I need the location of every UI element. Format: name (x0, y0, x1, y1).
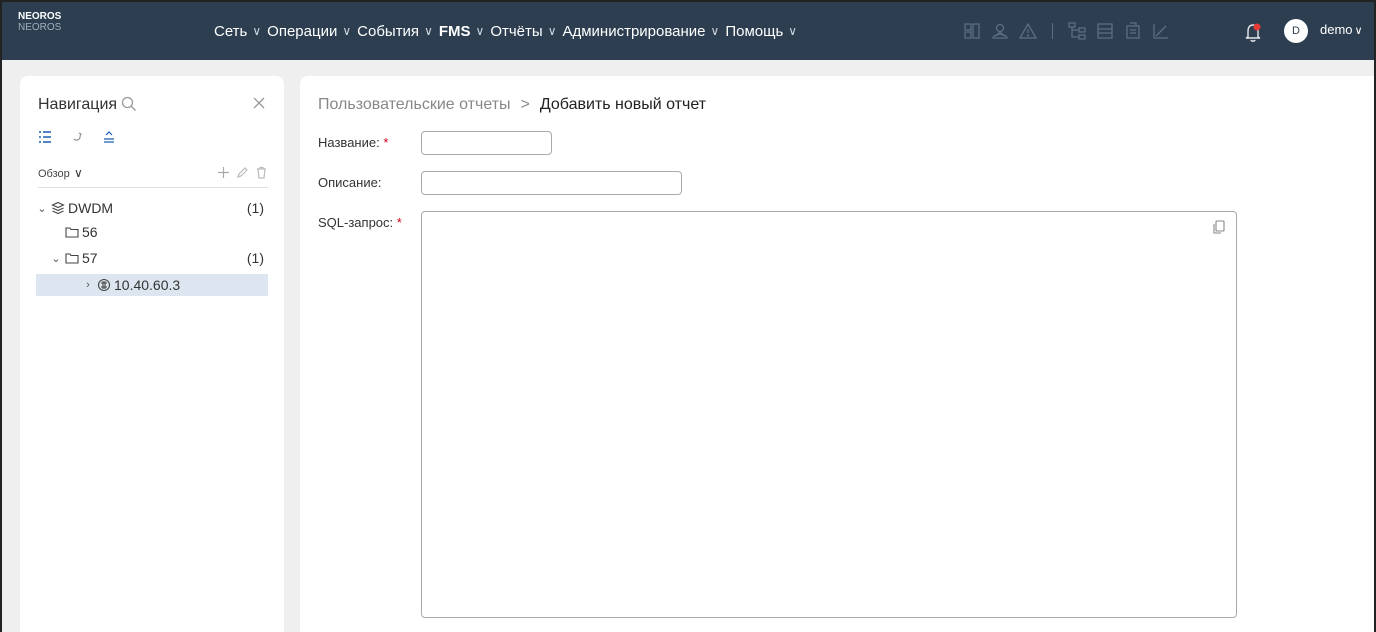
tree-node-count: (1) (246, 200, 264, 216)
users-icon[interactable] (990, 21, 1010, 41)
chevron-down-icon: ∨ (1354, 25, 1363, 37)
chevron-down-icon: ∨ (788, 24, 798, 38)
tree-node-10-40-60-3[interactable]: › 10.40.60.3 (36, 274, 268, 296)
brand-subtitle: NEOROS (18, 22, 62, 33)
chart-icon[interactable] (1151, 21, 1171, 41)
chevron-down-icon[interactable]: ∨ (74, 166, 83, 180)
name-field[interactable] (421, 131, 552, 155)
user-menu[interactable]: demo ∨ (1320, 22, 1363, 37)
menu-network[interactable]: Сеть ∨ (214, 23, 267, 40)
brand-title: NEOROS (18, 11, 62, 22)
chevron-down-icon: ∨ (342, 24, 352, 38)
app-window: NEOROS NEOROS Сеть ∨ Операции ∨ События ∨ F… (0, 0, 1376, 632)
menu-reports-label: Отчёты (490, 22, 543, 40)
chevron-down-icon: ∨ (424, 24, 433, 38)
warning-icon[interactable] (1018, 21, 1038, 41)
navigation-panel: Навигация Обзор ∨ ⌄ DWDM (1) 56 ⌄ 57 (1)… (20, 76, 284, 632)
description-label: Описание: (318, 175, 381, 190)
dashboard-icon[interactable] (962, 21, 982, 41)
description-field[interactable] (421, 171, 682, 195)
tree-node-56[interactable]: 56 (62, 221, 268, 243)
content-panel: Пользовательские отчеты > Добавить новый о… (300, 76, 1374, 632)
menu-reports[interactable]: Отчёты ∨ (490, 23, 562, 40)
menu-administration-label: Администрирование (562, 22, 706, 40)
nav-title: Навигация (38, 96, 118, 113)
page-title: Добавить новый отчет (539, 96, 707, 113)
username: demo (1320, 22, 1353, 37)
chevron-down-icon[interactable]: ⌄ (36, 202, 48, 215)
inventory-icon[interactable] (1123, 21, 1143, 41)
breadcrumb-parent-link[interactable]: Пользовательские отчеты (318, 96, 511, 113)
add-icon[interactable] (217, 166, 230, 179)
name-label-text: Название: (318, 135, 380, 150)
top-bar: NEOROS NEOROS Сеть ∨ Операции ∨ События ∨ F… (2, 2, 1374, 60)
tree-node-label: 56 (82, 224, 98, 240)
sql-label-text: SQL-запрос: (318, 215, 394, 230)
menu-operations[interactable]: Операции ∨ (267, 23, 357, 40)
brand-logo[interactable]: NEOROS NEOROS (18, 11, 61, 33)
nav-toolbar (38, 130, 116, 144)
notifications-bell-icon[interactable] (1242, 21, 1264, 43)
database-icon (48, 201, 68, 215)
menu-administration[interactable]: Администрирование ∨ (562, 23, 725, 40)
chevron-down-icon: ∨ (475, 24, 485, 38)
chevron-down-icon[interactable]: ⌄ (50, 252, 62, 265)
list-tree-icon[interactable] (38, 130, 52, 144)
menu-network-label: Сеть (214, 22, 248, 40)
breadcrumb: Пользовательские отчеты > Добавить новый о… (318, 96, 706, 114)
avatar[interactable]: D (1284, 19, 1308, 43)
required-mark: * (396, 215, 402, 230)
copy-icon[interactable] (1211, 219, 1227, 235)
edit-icon[interactable] (236, 166, 249, 179)
name-label: Название: * (318, 135, 388, 150)
search-icon[interactable] (120, 95, 138, 113)
description-label-text: Описание: (318, 175, 382, 190)
folder-icon (62, 251, 82, 265)
menu-help[interactable]: Помощь ∨ (725, 23, 803, 40)
folder-icon (62, 225, 82, 239)
toolbar-divider (1052, 23, 1053, 39)
sql-query-field[interactable] (421, 211, 1237, 618)
tree-node-dwdm[interactable]: ⌄ DWDM (1) (36, 197, 268, 219)
chevron-down-icon: ∨ (252, 24, 262, 38)
menu-help-label: Помощь (725, 22, 784, 40)
close-icon[interactable] (252, 96, 266, 110)
collapse-all-icon[interactable] (102, 130, 116, 144)
tree-node-count: (1) (246, 250, 264, 266)
toolbar-icons (962, 2, 1171, 60)
chevron-down-icon: ∨ (710, 24, 720, 38)
menu-operations-label: Операции (267, 22, 338, 40)
main-menu: Сеть ∨ Операции ∨ События ∨ FMS ∨ Отчёты ∨ Ад… (214, 2, 803, 60)
tree-node-label: DWDM (68, 200, 114, 216)
menu-fms-label: FMS (438, 22, 471, 40)
delete-icon[interactable] (255, 166, 268, 179)
topology-icon[interactable] (1067, 21, 1087, 41)
tree-node-57[interactable]: ⌄ 57 (1) (50, 247, 268, 269)
chevron-down-icon: ∨ (547, 24, 557, 38)
menu-fms[interactable]: FMS ∨ (439, 23, 490, 40)
refresh-icon[interactable] (70, 130, 84, 144)
overview-row: Обзор ∨ (38, 166, 268, 188)
overview-actions (217, 166, 268, 179)
breadcrumb-separator: > (520, 96, 530, 113)
list-view-icon[interactable] (1095, 21, 1115, 41)
sql-label: SQL-запрос: * (318, 215, 402, 230)
menu-events[interactable]: События ∨ (357, 23, 439, 40)
menu-events-label: События (357, 22, 420, 40)
tree-node-label: 57 (82, 250, 98, 266)
chevron-right-icon[interactable]: › (82, 279, 94, 291)
network-node-icon (94, 278, 114, 292)
tree-node-label: 10.40.60.3 (114, 277, 181, 293)
required-mark: * (383, 135, 389, 150)
overview-dropdown[interactable]: Обзор (38, 168, 70, 180)
